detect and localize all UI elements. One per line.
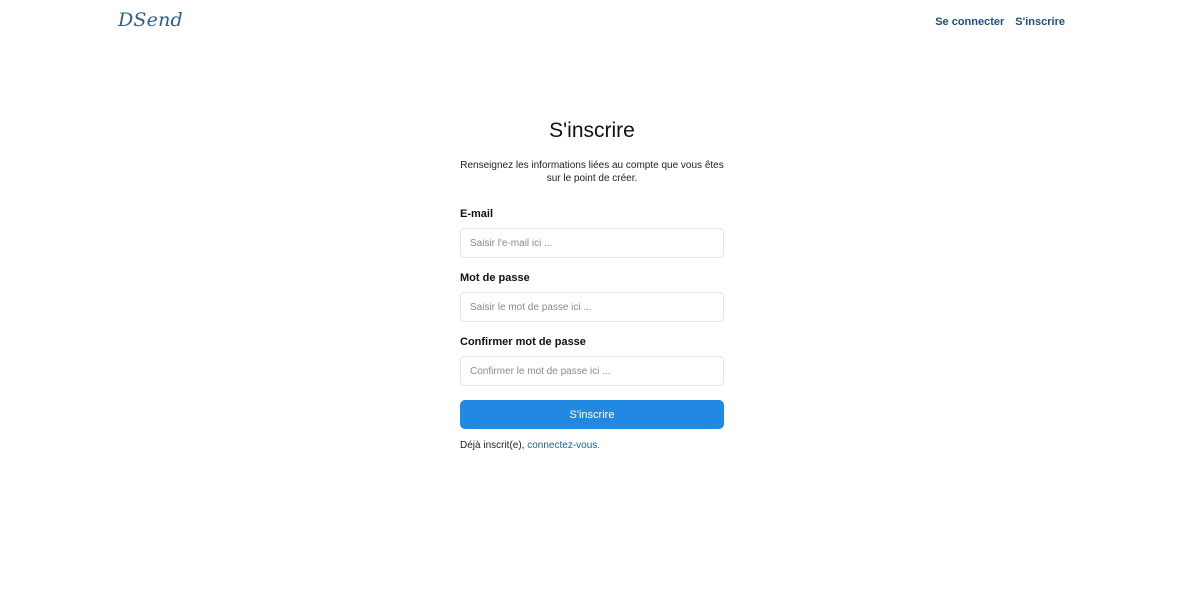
page-subtitle: Renseignez les informations liées au com… <box>460 160 724 184</box>
confirm-password-group: Confirmer mot de passe <box>460 336 724 386</box>
password-group: Mot de passe <box>460 272 724 322</box>
app-logo[interactable]: DSend <box>118 9 183 31</box>
login-prompt: Déjà inscrit(e), connectez-vous. <box>460 440 724 451</box>
password-field[interactable] <box>460 292 724 322</box>
login-prompt-link[interactable]: connectez-vous. <box>527 440 600 451</box>
signup-form: S'inscrire Renseignez les informations l… <box>460 116 724 451</box>
email-group: E-mail <box>460 208 724 258</box>
email-label: E-mail <box>460 208 494 220</box>
login-prompt-text: Déjà inscrit(e), <box>460 440 528 451</box>
signup-link[interactable]: S'inscrire <box>1015 16 1065 28</box>
page-title: S'inscrire <box>549 119 635 142</box>
signup-button[interactable]: S'inscrire <box>460 400 724 429</box>
password-label: Mot de passe <box>460 272 530 284</box>
signup-page: DSend Se connecter S'inscrire S'inscrire… <box>0 0 1184 590</box>
top-nav: Se connecter S'inscrire <box>935 16 1065 28</box>
confirm-password-label: Confirmer mot de passe <box>460 336 586 348</box>
login-link[interactable]: Se connecter <box>935 16 1004 28</box>
confirm-password-field[interactable] <box>460 356 724 386</box>
email-field[interactable] <box>460 228 724 258</box>
